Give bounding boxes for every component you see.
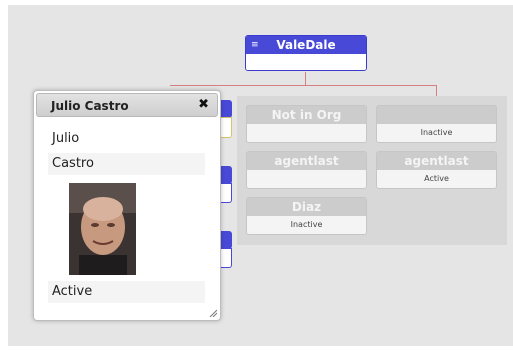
person-detail-popup[interactable]: Julio Castro ✖ Julio Castro Active xyxy=(33,90,221,321)
org-node-status: Active xyxy=(377,170,496,188)
org-node-agentlast-2[interactable]: agentlast Active xyxy=(376,151,497,189)
connector-horizontal xyxy=(170,85,437,86)
org-node-header: ≡ ValeDale xyxy=(246,36,366,54)
org-node-not-in-org[interactable]: Not in Org xyxy=(246,105,367,143)
org-node-diaz[interactable]: Diaz Inactive xyxy=(246,197,367,235)
org-node-root[interactable]: ≡ ValeDale xyxy=(245,35,367,71)
connector-root-down xyxy=(305,72,306,85)
first-name-field: Julio xyxy=(52,131,80,146)
org-node-agentlast-1[interactable]: agentlast xyxy=(246,151,367,189)
profile-photo xyxy=(69,183,136,275)
org-node-status xyxy=(247,170,366,188)
profile-photo-image xyxy=(69,183,136,275)
connector-drop-right xyxy=(436,85,437,96)
org-node-status: Inactive xyxy=(247,216,366,234)
org-node-name: agentlast xyxy=(247,152,366,170)
popup-title: Julio Castro xyxy=(51,99,129,113)
status-field: Active xyxy=(48,281,205,303)
popup-titlebar[interactable]: Julio Castro ✖ xyxy=(36,93,218,117)
org-node-status: Inactive xyxy=(377,124,496,142)
menu-icon[interactable]: ≡ xyxy=(251,36,259,54)
close-icon[interactable]: ✖ xyxy=(198,97,209,112)
org-node-body xyxy=(246,54,366,70)
org-node-status xyxy=(247,124,366,142)
org-node-name: Diaz xyxy=(247,198,366,216)
org-node-name: ValeDale xyxy=(276,38,336,52)
resize-handle-icon[interactable] xyxy=(209,309,217,317)
org-node-name xyxy=(377,106,496,124)
org-node-name: Not in Org xyxy=(247,106,366,124)
last-name-field: Castro xyxy=(48,153,205,175)
org-node-inactive[interactable]: Inactive xyxy=(376,105,497,143)
org-node-name: agentlast xyxy=(377,152,496,170)
